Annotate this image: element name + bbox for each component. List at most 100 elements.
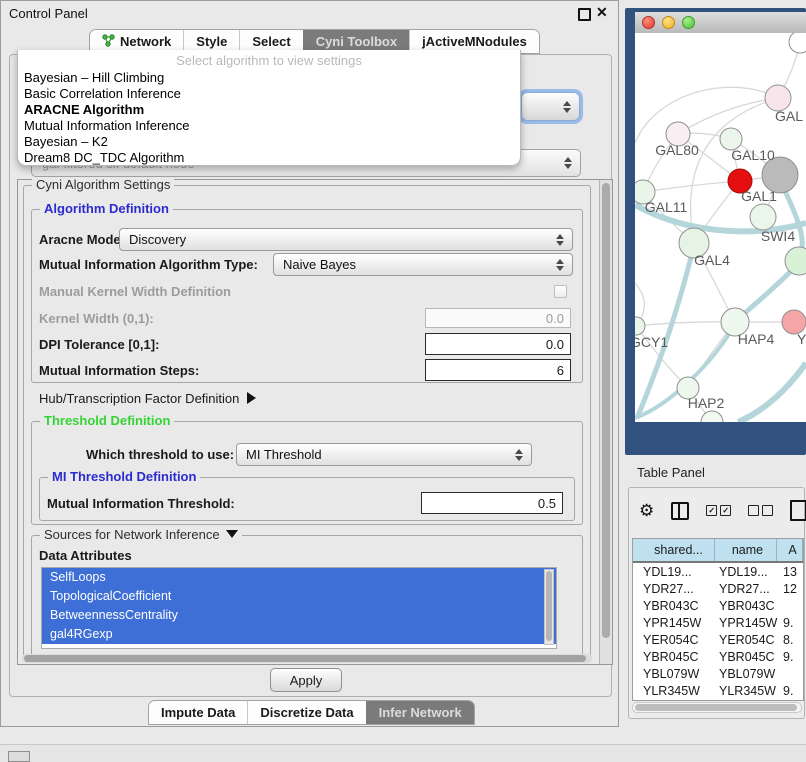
kernel-width-value: 0.0 bbox=[546, 311, 564, 326]
mi-type-value: Naive Bayes bbox=[283, 257, 356, 272]
table-cell: 12 bbox=[777, 582, 803, 596]
minimize-traffic-light-icon[interactable] bbox=[662, 16, 675, 29]
control-panel-window: Control Panel ✕ NetworkStyleSelectCyni T… bbox=[0, 0, 619, 727]
document-icon[interactable] bbox=[790, 500, 806, 521]
mi-threshold-field[interactable]: 0.5 bbox=[421, 492, 563, 514]
table-row[interactable]: YBL079WYBL079W bbox=[633, 665, 803, 682]
collapse-arrow-icon[interactable] bbox=[226, 530, 238, 538]
zoom-traffic-light-icon[interactable] bbox=[682, 16, 695, 29]
bottom-tabbar: Impute DataDiscretize DataInfer Network bbox=[148, 700, 475, 725]
algorithm-combobox-fragment[interactable] bbox=[521, 92, 580, 121]
scrollbar-thumb[interactable] bbox=[602, 183, 610, 638]
mi-threshold-title: MI Threshold Definition bbox=[48, 469, 200, 484]
table-cell: YIL052C bbox=[715, 701, 777, 702]
table-cell: YBR045C bbox=[633, 650, 715, 664]
network-canvas[interactable]: GALGAL80GAL10GAL1GAL11SWI4GAL4GCY1HAP4YH… bbox=[635, 33, 806, 422]
table-header-row: shared...nameA bbox=[633, 539, 803, 563]
network-node-label: SWI4 bbox=[761, 228, 795, 244]
network-node[interactable] bbox=[701, 411, 723, 422]
attribute-item[interactable]: gal4RGexp bbox=[42, 625, 556, 644]
tab-infer-network[interactable]: Infer Network bbox=[366, 701, 474, 724]
column-header[interactable]: A bbox=[777, 539, 803, 561]
unchecked-pair-icon[interactable] bbox=[748, 505, 773, 516]
close-icon[interactable]: ✕ bbox=[596, 4, 608, 21]
table-cell: YBR045C bbox=[715, 650, 777, 664]
manual-kernel-label: Manual Kernel Width Definition bbox=[39, 284, 231, 299]
right-region: GALGAL80GAL10GAL1GAL11SWI4GAL4GCY1HAP4YH… bbox=[620, 0, 806, 762]
settings-horizontal-scrollbar[interactable] bbox=[22, 654, 592, 663]
node-table[interactable]: shared...nameAYDL19...YDL19...13YDR27...… bbox=[632, 538, 804, 701]
cyni-settings-title: Cyni Algorithm Settings bbox=[32, 177, 174, 192]
dpi-tolerance-field[interactable]: 0.0 bbox=[425, 333, 571, 355]
tab-discretize-data[interactable]: Discretize Data bbox=[247, 701, 365, 724]
which-threshold-combobox[interactable]: MI Threshold bbox=[236, 443, 532, 466]
table-cell: YDL19... bbox=[633, 565, 715, 579]
network-node-label: HAP4 bbox=[738, 331, 775, 347]
column-header[interactable]: name bbox=[715, 539, 777, 561]
table-horizontal-scrollbar[interactable] bbox=[632, 702, 802, 713]
aracne-mode-combobox[interactable]: Discovery bbox=[119, 228, 573, 251]
scrollbar-thumb[interactable] bbox=[24, 655, 586, 662]
data-attributes-list[interactable]: SelfLoopsTopologicalCoefficientBetweenne… bbox=[41, 567, 557, 649]
dropdown-item[interactable]: Bayesian – Hill Climbing bbox=[24, 70, 514, 86]
table-panel-title: Table Panel bbox=[637, 465, 705, 480]
attribute-item[interactable]: TopologicalCoefficient bbox=[42, 587, 556, 606]
table-cell: YBL079W bbox=[633, 667, 715, 681]
table-row[interactable]: YDR27...YDR27...12 bbox=[633, 580, 803, 597]
gear-icon[interactable]: ⚙ bbox=[639, 502, 654, 519]
collapsed-panel-icon[interactable] bbox=[8, 751, 30, 762]
dropdown-item[interactable]: Mutual Information Inference bbox=[24, 118, 514, 134]
table-row[interactable]: YBR045CYBR045C9. bbox=[633, 648, 803, 665]
column-header[interactable]: shared... bbox=[633, 539, 715, 561]
network-node-label: GAL11 bbox=[645, 199, 688, 215]
close-traffic-light-icon[interactable] bbox=[642, 16, 655, 29]
mi-steps-field[interactable]: 6 bbox=[425, 359, 571, 381]
network-node[interactable] bbox=[635, 317, 645, 335]
dropdown-item[interactable]: Basic Correlation Inference bbox=[24, 86, 514, 102]
table-toolbar: ⚙ ✓✓ bbox=[639, 500, 806, 521]
float-window-icon[interactable] bbox=[578, 8, 591, 21]
attribute-item[interactable]: SelfLoops bbox=[42, 568, 556, 587]
table-row[interactable]: YPR145WYPR145W9. bbox=[633, 614, 803, 631]
table-cell: 9. bbox=[777, 684, 803, 698]
split-columns-icon[interactable] bbox=[671, 502, 689, 520]
tab-label: Style bbox=[196, 34, 227, 49]
scrollbar-thumb[interactable] bbox=[635, 704, 797, 711]
aracne-mode-label: Aracne Mode: bbox=[39, 232, 125, 247]
scrollbar-thumb[interactable] bbox=[546, 571, 552, 641]
window-title: Control Panel bbox=[9, 6, 88, 21]
checked-pair-icon[interactable]: ✓✓ bbox=[706, 505, 731, 516]
hub-section-toggle[interactable]: Hub/Transcription Factor Definition bbox=[39, 391, 256, 406]
network-node[interactable] bbox=[750, 204, 776, 230]
network-edge[interactable] bbox=[635, 87, 778, 143]
apply-button[interactable]: Apply bbox=[270, 668, 342, 692]
manual-kernel-checkbox[interactable] bbox=[554, 285, 567, 298]
settings-vertical-scrollbar[interactable] bbox=[599, 180, 612, 664]
table-cell: YBL079W bbox=[715, 667, 777, 681]
mi-threshold-label: Mutual Information Threshold: bbox=[47, 496, 235, 511]
mi-type-combobox[interactable]: Naive Bayes bbox=[273, 253, 573, 276]
attributes-scrollbar[interactable] bbox=[544, 569, 554, 645]
network-node[interactable] bbox=[789, 33, 806, 53]
table-row[interactable]: YDL19...YDL19...13 bbox=[633, 563, 803, 580]
table-row[interactable]: YER054CYER054C8. bbox=[633, 631, 803, 648]
table-cell: YPR145W bbox=[633, 616, 715, 630]
dropdown-item[interactable]: Dream8 DC_TDC Algorithm bbox=[24, 150, 514, 166]
mi-steps-label: Mutual Information Steps: bbox=[39, 363, 199, 378]
table-row[interactable]: YIL052CYIL052C9. bbox=[633, 699, 803, 701]
kernel-width-label: Kernel Width (0,1): bbox=[39, 311, 154, 326]
sources-title-text: Sources for Network Inference bbox=[44, 527, 220, 542]
table-row[interactable]: YBR043CYBR043C bbox=[633, 597, 803, 614]
kernel-width-field[interactable]: 0.0 bbox=[425, 308, 571, 328]
network-window-titlebar[interactable] bbox=[635, 12, 806, 34]
expand-arrow-icon[interactable] bbox=[247, 392, 256, 404]
table-row[interactable]: YLR345WYLR345W9. bbox=[633, 682, 803, 699]
dropdown-item[interactable]: Bayesian – K2 bbox=[24, 134, 514, 150]
network-edge[interactable] bbox=[636, 322, 735, 326]
dropdown-item[interactable]: ARACNE Algorithm bbox=[24, 102, 514, 118]
mi-threshold-value: 0.5 bbox=[538, 496, 556, 511]
tab-impute-data[interactable]: Impute Data bbox=[149, 701, 247, 724]
network-edge[interactable] bbox=[738, 363, 806, 422]
table-cell: YPR145W bbox=[715, 616, 777, 630]
attribute-item[interactable]: BetweennessCentrality bbox=[42, 606, 556, 625]
